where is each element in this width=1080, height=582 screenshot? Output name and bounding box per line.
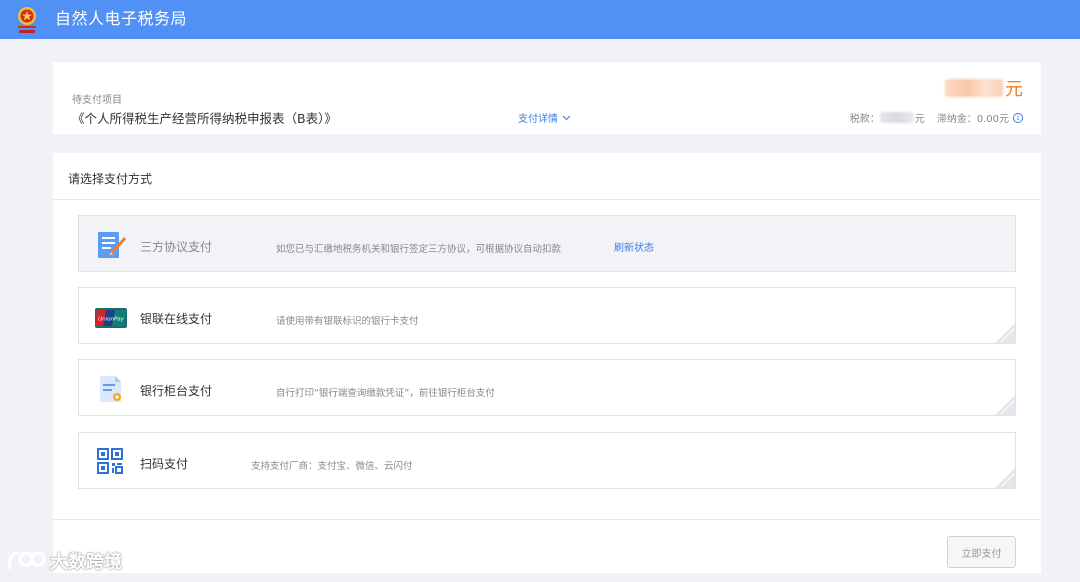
corner-triangle-icon (995, 395, 1015, 415)
refresh-status-link[interactable]: 刷新状态 (614, 239, 654, 254)
total-amount: 元 (945, 75, 1023, 101)
method-label: 扫码支付 (140, 457, 189, 471)
unionpay-card-icon: UnionPay (95, 308, 127, 328)
watermark: 大数跨境 (6, 548, 122, 574)
tax-redacted (879, 112, 914, 123)
watermark-logo-icon (8, 551, 46, 570)
footer-divider (53, 519, 1041, 520)
pending-item-name: 《个人所得税生产经营所得纳税申报表（B表）》 (72, 111, 337, 126)
late-fee: 滞纳金：0.00元 (936, 114, 1009, 125)
tax-unit: 元 (914, 114, 925, 125)
amount-redacted (945, 79, 1003, 97)
corner-triangle-icon (995, 323, 1015, 343)
amount-unit: 元 (1005, 79, 1023, 100)
tax-label: 税款： (849, 114, 880, 125)
document-pen-icon (98, 232, 126, 258)
payment-detail-label: 支付详情 (518, 114, 558, 125)
divider (53, 199, 1041, 200)
payment-methods-card: 请选择支付方式 三方协议支付 如您已与汇缴地税务机关和银行签定三方协议，可根据协… (53, 153, 1041, 573)
pending-label: 待支付项目 (72, 95, 122, 106)
method-description: 自行打印“银行端查询缴款凭证”，前往银行柜台支付 (276, 388, 495, 399)
method-description: 支持支付厂商：支付宝、微信、云闪付 (251, 461, 413, 472)
method-tripartite-agreement[interactable]: 三方协议支付 如您已与汇缴地税务机关和银行签定三方协议，可根据协议自动扣款 刷新… (78, 215, 1016, 272)
method-label: 银行柜台支付 (140, 384, 213, 398)
document-stamp-icon (100, 376, 121, 402)
pay-now-button[interactable]: 立即支付 (947, 536, 1016, 568)
method-label: 银联在线支付 (140, 312, 213, 326)
method-description: 请使用带有银联标识的银行卡支付 (276, 316, 419, 327)
method-description: 如您已与汇缴地税务机关和银行签定三方协议，可根据协议自动扣款 (276, 244, 562, 255)
method-label: 三方协议支付 (140, 240, 213, 254)
svg-text:UnionPay: UnionPay (98, 317, 125, 323)
tax-breakdown: 税款： 元 滞纳金：0.00元 i (850, 110, 1023, 125)
payment-methods-title: 请选择支付方式 (68, 172, 153, 186)
app-title: 自然人电子税务局 (55, 9, 188, 28)
corner-triangle-icon (995, 468, 1015, 488)
qr-code-icon (97, 448, 123, 474)
top-header-bar: 自然人电子税务局 (0, 0, 1080, 39)
national-tax-emblem-icon (18, 7, 36, 33)
method-unionpay-online[interactable]: UnionPay 银联在线支付 请使用带有银联标识的银行卡支付 (78, 287, 1016, 344)
method-bank-counter[interactable]: 银行柜台支付 自行打印“银行端查询缴款凭证”，前往银行柜台支付 (78, 359, 1016, 416)
payment-detail-link[interactable]: 支付详情 (518, 110, 571, 125)
pending-payment-card: 待支付项目 《个人所得税生产经营所得纳税申报表（B表）》 支付详情 元 税款： … (53, 62, 1041, 134)
info-icon[interactable]: i (1013, 112, 1023, 123)
watermark-text: 大数跨境 (50, 552, 122, 573)
chevron-down-icon (562, 115, 571, 120)
method-qr-scan[interactable]: 扫码支付 支持支付厂商：支付宝、微信、云闪付 (78, 432, 1016, 489)
